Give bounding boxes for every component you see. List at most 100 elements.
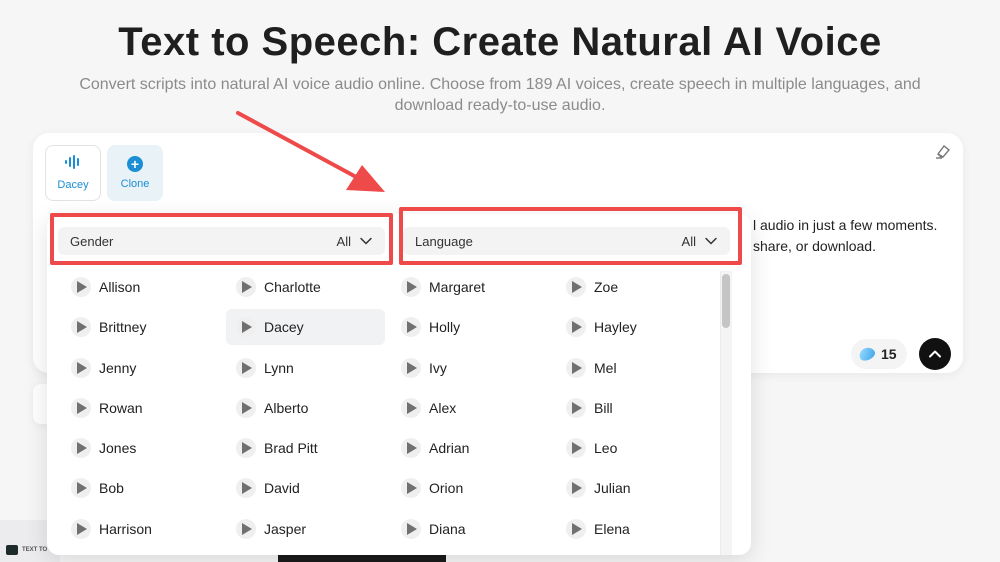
voice-option-label: Mel bbox=[594, 359, 617, 376]
voice-option-label: Bill bbox=[594, 399, 613, 416]
voice-option-label: Diana bbox=[429, 520, 466, 537]
play-icon[interactable] bbox=[236, 277, 256, 297]
voice-option[interactable]: Lynn bbox=[226, 350, 385, 386]
play-icon[interactable] bbox=[401, 277, 421, 297]
play-icon[interactable] bbox=[236, 317, 256, 338]
voice-option[interactable]: Ivy bbox=[391, 350, 550, 386]
voice-option[interactable]: Zoe bbox=[556, 269, 715, 305]
voice-list: Allison Charlotte Margaret Zoe Brittney Dacey… bbox=[61, 267, 724, 555]
page-subtitle-line-1: Convert scripts into natural AI voice au… bbox=[79, 76, 921, 93]
voice-list-scrollbar-thumb[interactable] bbox=[722, 274, 730, 328]
eraser-icon[interactable] bbox=[935, 143, 951, 163]
voice-option[interactable]: Dacey bbox=[226, 309, 385, 346]
voice-option-label: Allison bbox=[99, 279, 141, 295]
play-icon[interactable] bbox=[236, 357, 256, 378]
voice-option-label: Elena bbox=[594, 520, 630, 537]
footer-logo-text: TEXT TO bbox=[22, 547, 48, 553]
gender-filter[interactable]: Gender All bbox=[58, 227, 385, 255]
play-icon[interactable] bbox=[71, 397, 91, 418]
voice-option-label: Jasper bbox=[264, 520, 307, 537]
voice-option-label: Orion bbox=[429, 480, 464, 497]
voice-option-label: Bob bbox=[99, 480, 124, 497]
play-icon[interactable] bbox=[71, 438, 91, 459]
play-icon[interactable] bbox=[566, 317, 586, 338]
page-subtitle: Convert scripts into natural AI voice au… bbox=[40, 74, 960, 116]
chevron-down-icon bbox=[705, 237, 717, 245]
voice-option[interactable]: Brad Pitt bbox=[226, 430, 385, 466]
voice-option[interactable]: Elena bbox=[556, 511, 715, 547]
voice-option-label: Lynn bbox=[264, 359, 294, 376]
play-icon[interactable] bbox=[71, 518, 91, 539]
voice-option[interactable]: Diana bbox=[391, 511, 550, 547]
voice-option[interactable]: Mel bbox=[556, 350, 715, 386]
clone-voice-button[interactable]: + Clone bbox=[107, 145, 163, 201]
voice-option[interactable]: Orion bbox=[391, 470, 550, 506]
voice-option[interactable]: Julian bbox=[556, 470, 715, 506]
chevron-up-icon bbox=[929, 350, 941, 358]
selected-voice-tile[interactable]: Dacey bbox=[45, 145, 101, 201]
play-icon[interactable] bbox=[401, 438, 421, 459]
voice-option-label: Adrian bbox=[429, 440, 470, 457]
page-title: Text to Speech: Create Natural AI Voice bbox=[118, 20, 882, 64]
voice-option[interactable]: Bob bbox=[61, 470, 220, 506]
generate-button[interactable] bbox=[919, 338, 951, 370]
play-icon[interactable] bbox=[566, 518, 586, 539]
page-subtitle-line-2: download ready-to-use audio. bbox=[394, 97, 606, 114]
voice-option-label: Alex bbox=[429, 399, 457, 416]
play-icon[interactable] bbox=[401, 478, 421, 499]
logo-icon bbox=[6, 545, 18, 555]
play-icon[interactable] bbox=[401, 518, 421, 539]
droplet-icon bbox=[857, 345, 877, 363]
voice-option[interactable]: Jenny bbox=[61, 350, 220, 386]
voice-option[interactable]: Hayley bbox=[556, 309, 715, 345]
script-text-area[interactable]: l audio in just a few moments. share, or… bbox=[753, 215, 953, 257]
voice-option[interactable]: Rowan bbox=[61, 390, 220, 426]
chevron-down-icon bbox=[360, 237, 372, 245]
voice-option[interactable]: Brittney bbox=[61, 309, 220, 345]
voice-option-label: Harrison bbox=[99, 520, 152, 537]
play-icon[interactable] bbox=[566, 357, 586, 378]
play-icon[interactable] bbox=[71, 357, 91, 378]
play-icon[interactable] bbox=[566, 397, 586, 418]
play-icon[interactable] bbox=[236, 397, 256, 418]
voice-option[interactable]: Leo bbox=[556, 430, 715, 466]
voice-option[interactable]: Holly bbox=[391, 309, 550, 345]
voice-option-label: Julian bbox=[594, 480, 631, 497]
voice-option[interactable]: David bbox=[226, 470, 385, 506]
play-icon[interactable] bbox=[71, 277, 91, 297]
voice-option[interactable]: Adrian bbox=[391, 430, 550, 466]
gender-filter-value: All bbox=[336, 233, 351, 249]
voice-option-label: Alberto bbox=[264, 399, 309, 416]
voice-option[interactable]: Harrison bbox=[61, 511, 220, 547]
voice-option[interactable]: Jones bbox=[61, 430, 220, 466]
language-filter[interactable]: Language All bbox=[403, 227, 730, 255]
voice-option-label: David bbox=[264, 480, 300, 497]
footer-logo: TEXT TO bbox=[6, 545, 47, 555]
voice-option-label: Rowan bbox=[99, 399, 143, 416]
selected-voice-label: Dacey bbox=[57, 179, 89, 191]
voice-option-label: Jenny bbox=[99, 359, 137, 376]
clone-voice-label: Clone bbox=[120, 178, 150, 190]
play-icon[interactable] bbox=[236, 438, 256, 459]
play-icon[interactable] bbox=[401, 317, 421, 338]
voice-option[interactable]: Margaret bbox=[391, 269, 550, 305]
play-icon[interactable] bbox=[71, 317, 91, 338]
play-icon[interactable] bbox=[566, 438, 586, 459]
voice-option[interactable]: Bill bbox=[556, 390, 715, 426]
play-icon[interactable] bbox=[401, 357, 421, 378]
voice-option[interactable]: Jasper bbox=[226, 511, 385, 547]
play-icon[interactable] bbox=[566, 277, 586, 297]
play-icon[interactable] bbox=[566, 478, 586, 499]
play-icon[interactable] bbox=[401, 397, 421, 418]
voice-option[interactable]: Allison bbox=[61, 269, 220, 305]
voice-picker-dropdown: Gender All Language All Allison Charlotte… bbox=[47, 214, 751, 555]
voice-option-label: Dacey bbox=[264, 319, 304, 336]
play-icon[interactable] bbox=[71, 478, 91, 499]
language-filter-value: All bbox=[681, 233, 696, 249]
voice-option[interactable]: Alex bbox=[391, 390, 550, 426]
voice-option-label: Holly bbox=[429, 319, 461, 336]
voice-option[interactable]: Charlotte bbox=[226, 269, 385, 305]
play-icon[interactable] bbox=[236, 478, 256, 499]
voice-option[interactable]: Alberto bbox=[226, 390, 385, 426]
play-icon[interactable] bbox=[236, 518, 256, 539]
